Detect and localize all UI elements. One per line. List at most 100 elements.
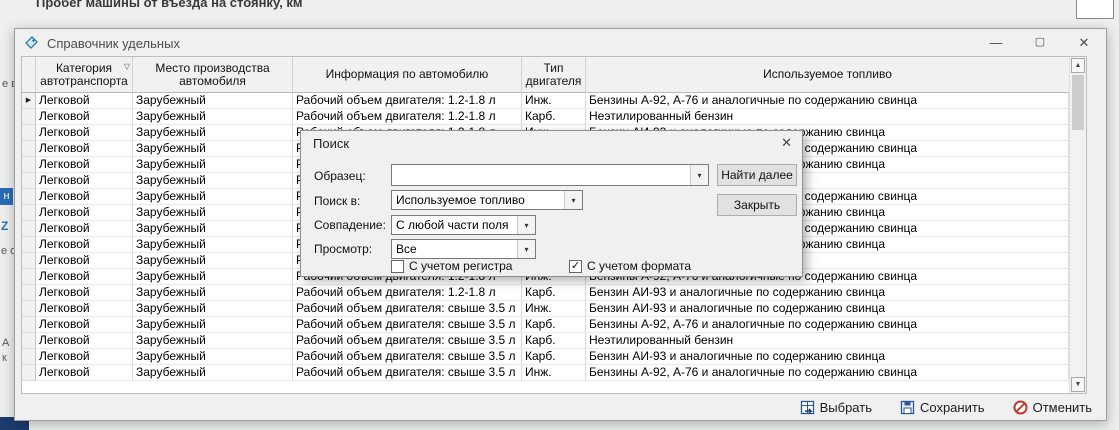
row-selector[interactable]: [22, 109, 36, 125]
cell-category[interactable]: Легковой: [36, 253, 133, 269]
cell-category[interactable]: Легковой: [36, 317, 133, 333]
vertical-scrollbar[interactable]: ▲ ▼: [1069, 57, 1086, 393]
cell-place[interactable]: Зарубежный: [133, 93, 293, 109]
cell-place[interactable]: Зарубежный: [133, 301, 293, 317]
header-engine[interactable]: Тип двигателя: [522, 57, 586, 92]
cell-engine[interactable]: Карб.: [522, 285, 586, 301]
cell-place[interactable]: Зарубежный: [133, 205, 293, 221]
row-selector[interactable]: [22, 333, 36, 349]
cell-engine[interactable]: Карб.: [522, 109, 586, 125]
cell-place[interactable]: Зарубежный: [133, 349, 293, 365]
scroll-down-icon[interactable]: ▼: [1071, 377, 1085, 392]
table-row[interactable]: ЛегковойЗарубежныйРабочий объем двигател…: [22, 333, 1069, 349]
sort-icon[interactable]: ▽: [124, 60, 130, 73]
chevron-down-icon[interactable]: ▾: [517, 216, 535, 234]
row-selector[interactable]: [22, 317, 36, 333]
cell-category[interactable]: Легковой: [36, 125, 133, 141]
cell-info[interactable]: Рабочий объем двигателя: 1.2-1.8 л: [293, 93, 522, 109]
cell-place[interactable]: Зарубежный: [133, 269, 293, 285]
cell-info[interactable]: Рабочий объем двигателя: свыше 3.5 л: [293, 333, 522, 349]
scroll-up-icon[interactable]: ▲: [1071, 58, 1085, 73]
cell-place[interactable]: Зарубежный: [133, 237, 293, 253]
cell-info[interactable]: Рабочий объем двигателя: свыше 3.5 л: [293, 365, 522, 381]
cell-place[interactable]: Зарубежный: [133, 109, 293, 125]
header-place[interactable]: Место производства автомобиля: [133, 57, 293, 92]
header-info[interactable]: Информация по автомобилю: [293, 57, 522, 92]
cell-place[interactable]: Зарубежный: [133, 365, 293, 381]
cell-category[interactable]: Легковой: [36, 349, 133, 365]
cell-place[interactable]: Зарубежный: [133, 317, 293, 333]
cell-fuel[interactable]: Бензины А-92, А-76 и аналогичные по соде…: [586, 317, 1069, 333]
cell-fuel[interactable]: Бензин АИ-93 и аналогичные по содержанию…: [586, 301, 1069, 317]
cell-info[interactable]: Рабочий объем двигателя: 1.2-1.8 л: [293, 285, 522, 301]
scrollbar-thumb[interactable]: [1072, 75, 1084, 130]
minimize-button[interactable]: —: [974, 29, 1018, 56]
titlebar[interactable]: Справочник удельных — ▢ ✕: [15, 29, 1106, 56]
match-select[interactable]: С любой части поля ▾: [391, 215, 536, 235]
cell-engine[interactable]: Инж.: [522, 93, 586, 109]
table-row[interactable]: ЛегковойЗарубежныйРабочий объем двигател…: [22, 285, 1069, 301]
table-row[interactable]: ЛегковойЗарубежныйРабочий объем двигател…: [22, 301, 1069, 317]
cell-category[interactable]: Легковой: [36, 189, 133, 205]
row-selector[interactable]: [22, 365, 36, 381]
cell-category[interactable]: Легковой: [36, 301, 133, 317]
cell-fuel[interactable]: Бензины А-92, А-76 и аналогичные по соде…: [586, 93, 1069, 109]
row-selector[interactable]: [22, 301, 36, 317]
cell-engine[interactable]: Карб.: [522, 317, 586, 333]
cell-category[interactable]: Легковой: [36, 333, 133, 349]
cell-category[interactable]: Легковой: [36, 365, 133, 381]
maximize-button[interactable]: ▢: [1018, 29, 1062, 56]
cell-place[interactable]: Зарубежный: [133, 285, 293, 301]
table-row[interactable]: ЛегковойЗарубежныйРабочий объем двигател…: [22, 365, 1069, 381]
row-selector[interactable]: ▶: [22, 93, 36, 109]
match-format-checkbox[interactable]: ✓ С учетом формата: [569, 259, 691, 273]
cell-place[interactable]: Зарубежный: [133, 157, 293, 173]
cell-info[interactable]: Рабочий объем двигателя: свыше 3.5 л: [293, 301, 522, 317]
close-button[interactable]: ✕: [1062, 29, 1106, 56]
table-row[interactable]: ЛегковойЗарубежныйРабочий объем двигател…: [22, 349, 1069, 365]
cancel-button[interactable]: Отменить: [1013, 400, 1092, 415]
table-row[interactable]: ЛегковойЗарубежныйРабочий объем двигател…: [22, 317, 1069, 333]
table-row[interactable]: ЛегковойЗарубежныйРабочий объем двигател…: [22, 109, 1069, 125]
cell-place[interactable]: Зарубежный: [133, 125, 293, 141]
cell-info[interactable]: Рабочий объем двигателя: свыше 3.5 л: [293, 317, 522, 333]
sample-combobox[interactable]: ▾: [391, 164, 709, 186]
cell-category[interactable]: Легковой: [36, 205, 133, 221]
header-category[interactable]: Категория автотранспорта ▽: [36, 57, 133, 92]
cell-category[interactable]: Легковой: [36, 221, 133, 237]
cell-engine[interactable]: Карб.: [522, 349, 586, 365]
chevron-down-icon[interactable]: ▾: [564, 191, 582, 209]
cell-fuel[interactable]: Бензин АИ-93 и аналогичные по содержанию…: [586, 285, 1069, 301]
cell-engine[interactable]: Инж.: [522, 301, 586, 317]
row-selector[interactable]: [22, 157, 36, 173]
close-dialog-button[interactable]: Закрыть: [717, 194, 797, 216]
row-selector[interactable]: [22, 349, 36, 365]
select-button[interactable]: Выбрать: [800, 400, 872, 415]
row-selector[interactable]: [22, 269, 36, 285]
cell-category[interactable]: Легковой: [36, 93, 133, 109]
cell-engine[interactable]: Инж.: [522, 365, 586, 381]
cell-info[interactable]: Рабочий объем двигателя: 1.2-1.8 л: [293, 109, 522, 125]
cell-place[interactable]: Зарубежный: [133, 253, 293, 269]
cell-fuel[interactable]: Бензин АИ-93 и аналогичные по содержанию…: [586, 349, 1069, 365]
table-row[interactable]: ▶ЛегковойЗарубежныйРабочий объем двигате…: [22, 93, 1069, 109]
row-selector[interactable]: [22, 237, 36, 253]
cell-place[interactable]: Зарубежный: [133, 141, 293, 157]
row-selector[interactable]: [22, 141, 36, 157]
row-selector[interactable]: [22, 205, 36, 221]
cell-info[interactable]: Рабочий объем двигателя: свыше 3.5 л: [293, 349, 522, 365]
cell-place[interactable]: Зарубежный: [133, 189, 293, 205]
match-case-checkbox[interactable]: С учетом регистра: [391, 259, 512, 273]
cell-fuel[interactable]: Неэтилированный бензин: [586, 109, 1069, 125]
cell-place[interactable]: Зарубежный: [133, 221, 293, 237]
row-selector[interactable]: [22, 189, 36, 205]
checkbox-box[interactable]: [391, 260, 404, 273]
chevron-down-icon[interactable]: ▾: [690, 165, 708, 185]
cell-engine[interactable]: Карб.: [522, 333, 586, 349]
cell-category[interactable]: Легковой: [36, 173, 133, 189]
row-selector[interactable]: [22, 253, 36, 269]
cell-category[interactable]: Легковой: [36, 109, 133, 125]
row-selector[interactable]: [22, 285, 36, 301]
checkbox-box[interactable]: ✓: [569, 260, 582, 273]
search-in-select[interactable]: Используемое топливо ▾: [391, 190, 583, 210]
